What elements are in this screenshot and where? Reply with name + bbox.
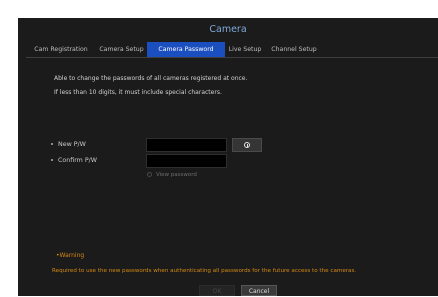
tab-camera-password[interactable]: Camera Password bbox=[147, 42, 225, 57]
dialog-title: Camera bbox=[209, 24, 247, 35]
confirm-password-field[interactable] bbox=[146, 154, 227, 168]
view-password-checkbox[interactable]: View password bbox=[147, 172, 197, 178]
tab-channel-setup[interactable]: Channel Setup bbox=[265, 42, 323, 57]
tab-cam-registration[interactable]: Cam Registration bbox=[26, 42, 96, 57]
description-line-2: If less than 10 digits, it must include … bbox=[54, 89, 222, 96]
warning-text: Required to use the new passwords when a… bbox=[52, 268, 357, 274]
new-password-label: New P/W bbox=[51, 141, 86, 148]
confirm-password-label-text: Confirm P/W bbox=[58, 157, 97, 164]
camera-dialog: Camera Cam Registration Camera Setup Cam… bbox=[18, 18, 438, 296]
password-info-button[interactable] bbox=[232, 138, 262, 152]
bullet-dot bbox=[51, 159, 53, 161]
info-circle-icon bbox=[244, 142, 250, 148]
description-line-1: Able to change the passwords of all came… bbox=[54, 75, 248, 82]
ok-button[interactable]: OK bbox=[199, 285, 235, 296]
cancel-button[interactable]: Cancel bbox=[241, 285, 277, 296]
tab-bar: Cam Registration Camera Setup Camera Pas… bbox=[26, 42, 323, 57]
bullet-dot bbox=[51, 143, 53, 145]
checkbox-icon[interactable] bbox=[147, 172, 152, 177]
tab-camera-setup[interactable]: Camera Setup bbox=[96, 42, 147, 57]
new-password-field[interactable] bbox=[146, 138, 227, 152]
tab-underline bbox=[26, 57, 438, 58]
new-password-label-text: New P/W bbox=[58, 141, 86, 148]
view-password-label: View password bbox=[156, 172, 197, 178]
warning-title: •Warning bbox=[56, 252, 85, 259]
tab-live-setup[interactable]: Live Setup bbox=[225, 42, 265, 57]
confirm-password-label: Confirm P/W bbox=[51, 157, 97, 164]
